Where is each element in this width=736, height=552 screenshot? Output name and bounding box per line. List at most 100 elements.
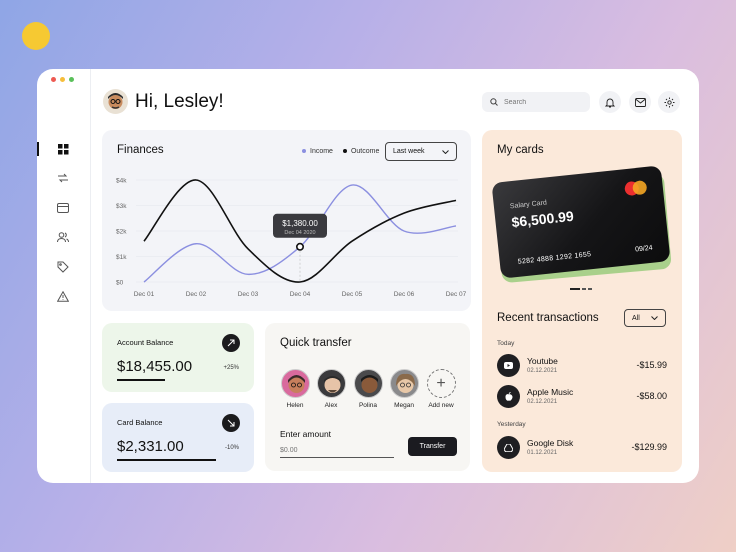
quick-transfer-title: Quick transfer	[280, 337, 352, 349]
nav-active-indicator	[37, 142, 39, 156]
avatar	[353, 369, 383, 398]
close-dot[interactable]	[51, 77, 56, 82]
nav-contacts[interactable]	[56, 230, 70, 244]
transaction-name: Apple Music	[527, 387, 574, 397]
search-icon	[490, 98, 498, 106]
card-balance-change: -10%	[224, 445, 239, 451]
bell-icon	[605, 98, 615, 107]
my-cards-panel: My cards Salary Card $6,500.99 5282 4888…	[482, 130, 682, 472]
card-expiry: 09/24	[634, 244, 654, 254]
account-balance-progress	[117, 379, 165, 381]
tooltip-point	[296, 242, 305, 251]
transaction-name: Youtube	[527, 356, 558, 366]
contact-alex[interactable]: Alex	[316, 369, 346, 409]
brand-logo	[22, 22, 50, 50]
search-box[interactable]	[482, 92, 590, 112]
y-tick-label: $0	[116, 280, 124, 287]
add-contact-button[interactable]: + Add new	[426, 369, 456, 409]
search-input[interactable]	[504, 98, 584, 106]
finances-panel: Finances Income Outcome Last week $4k $3k…	[102, 130, 471, 311]
amount-input[interactable]	[280, 444, 394, 458]
card-number: 5282 4888 1292 1655	[517, 251, 592, 266]
x-tick-label: Dec 04	[290, 291, 311, 298]
tooltip-date: Dec 04 2020	[284, 230, 315, 236]
salary-card[interactable]: Salary Card $6,500.99 5282 4888 1292 165…	[491, 165, 671, 279]
contact-megan[interactable]: Megan	[389, 369, 419, 409]
y-tick-label: $3k	[116, 203, 127, 210]
add-contact-label: Add new	[428, 402, 454, 409]
plus-icon: +	[426, 369, 456, 398]
transaction-row[interactable]: Google Disk 01.12.2021 -$129.99	[497, 436, 667, 460]
users-icon	[57, 231, 69, 242]
transaction-amount: -$129.99	[631, 442, 667, 452]
x-tick-label: Dec 01	[134, 291, 155, 298]
transaction-amount: -$15.99	[636, 360, 667, 370]
transaction-date: 01.12.2021	[527, 450, 558, 456]
chevron-down-icon	[651, 316, 658, 320]
transactions-title: Recent transactions	[497, 312, 599, 324]
account-balance-value: $18,455.00	[117, 358, 193, 375]
transaction-amount: -$58.00	[636, 391, 667, 401]
my-cards-title: My cards	[497, 144, 544, 156]
card-balance-amount: $6,500.99	[510, 207, 575, 231]
maximize-dot[interactable]	[69, 77, 74, 82]
greeting-title: Hi, Lesley!	[135, 91, 224, 112]
settings-button[interactable]	[658, 91, 680, 113]
nav-dashboard[interactable]	[56, 142, 70, 156]
minimize-dot[interactable]	[60, 77, 65, 82]
nav-cards[interactable]	[56, 201, 70, 215]
transactions-filter[interactable]: All	[624, 309, 666, 327]
finances-chart: $4k $3k $2k $1k $0 Dec 01 Dec 02 Dec 03 Dec 04 De…	[116, 178, 467, 299]
filter-value: All	[632, 314, 640, 322]
nav-offers[interactable]	[56, 260, 70, 274]
quick-transfer-panel: Quick transfer Helen Alex Polina Megan +…	[265, 323, 470, 471]
window-controls	[51, 77, 74, 82]
apple-icon	[497, 385, 520, 408]
messages-button[interactable]	[629, 91, 651, 113]
day-label: Yesterday	[497, 421, 526, 428]
x-tick-label: Dec 03	[238, 291, 259, 298]
x-tick-label: Dec 02	[186, 291, 207, 298]
transaction-name: Google Disk	[527, 438, 574, 448]
card-balance-card[interactable]: Card Balance $2,331.00 -10%	[102, 403, 254, 472]
transaction-row[interactable]: Youtube 02.12.2021 -$15.99	[497, 354, 667, 378]
transfer-button[interactable]: Transfer	[408, 437, 457, 456]
transaction-date: 02.12.2021	[527, 368, 558, 374]
y-tick-label: $2k	[116, 229, 127, 236]
card-label: Salary Card	[509, 199, 548, 211]
x-tick-label: Dec 06	[394, 291, 415, 298]
x-tick-label: Dec 05	[342, 291, 363, 298]
transaction-row[interactable]: Apple Music 02.12.2021 -$58.00	[497, 385, 667, 409]
transaction-date: 02.12.2021	[527, 399, 558, 405]
account-balance-title: Account Balance	[117, 338, 174, 347]
user-avatar[interactable]	[103, 89, 128, 114]
avatar	[280, 369, 310, 398]
tooltip-value: $1,380.00	[282, 219, 318, 228]
youtube-icon	[497, 354, 520, 377]
notifications-button[interactable]	[599, 91, 621, 113]
sidebar	[37, 69, 91, 483]
gear-icon	[664, 97, 674, 107]
mastercard-icon	[624, 180, 647, 196]
credit-card-stack[interactable]: Salary Card $6,500.99 5282 4888 1292 165…	[491, 165, 672, 284]
day-label: Today	[497, 340, 515, 347]
card-balance-value: $2,331.00	[117, 438, 184, 455]
y-tick-label: $4k	[116, 178, 127, 185]
dashboard-icon	[57, 143, 68, 154]
account-balance-card[interactable]: Account Balance $18,455.00 +25%	[102, 323, 254, 392]
app-window: Hi, Lesley! Finances Income Outcome Last…	[37, 69, 699, 483]
google-drive-icon	[497, 436, 520, 459]
warning-icon	[57, 290, 69, 302]
card-balance-title: Card Balance	[117, 418, 163, 427]
mail-icon	[634, 97, 646, 107]
card-balance-progress	[117, 459, 217, 461]
avatar	[316, 369, 346, 398]
card-icon	[57, 203, 69, 213]
nav-transfers[interactable]	[56, 171, 70, 185]
transfer-icon	[58, 173, 68, 183]
avatar	[389, 369, 419, 398]
nav-alerts[interactable]	[56, 289, 70, 303]
card-pager[interactable]	[570, 288, 592, 290]
trend-up-icon	[222, 334, 240, 352]
trend-down-icon	[222, 414, 240, 432]
